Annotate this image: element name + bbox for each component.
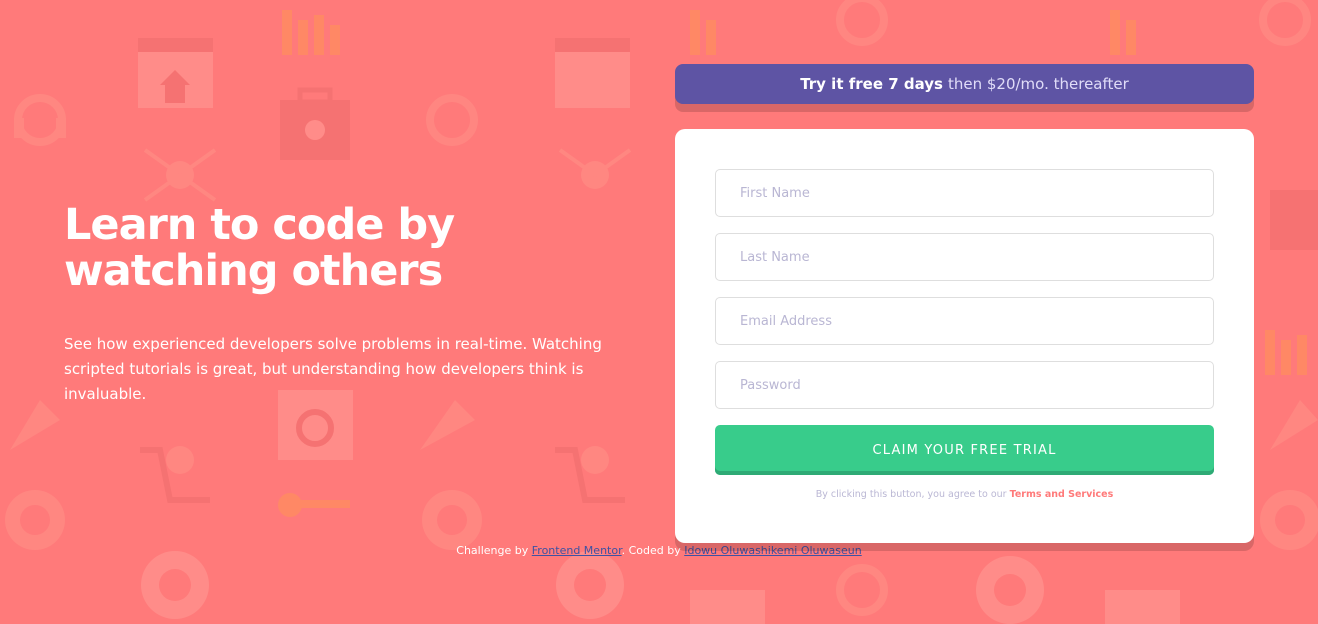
- attribution-challenge-prefix: Challenge by: [456, 544, 529, 557]
- hero-title: Learn to code by watching others: [64, 202, 654, 294]
- cart-icon: [140, 446, 210, 503]
- offer-banner: Try it free 7 days then $20/mo. thereaft…: [675, 64, 1254, 104]
- email-placeholder: Email Address: [740, 313, 832, 329]
- browser-window-icon: [138, 38, 213, 108]
- claim-trial-button[interactable]: CLAIM YOUR FREE TRIAL: [715, 425, 1214, 475]
- hero-section: Learn to code by watching others See how…: [64, 202, 654, 407]
- terms-notice: By clicking this button, you agree to ou…: [715, 489, 1214, 500]
- terms-prefix: By clicking this button, you agree to ou…: [815, 489, 1007, 500]
- signup-form: First Name Last Name Email Address Passw…: [675, 129, 1254, 543]
- attribution: Challenge by Frontend Mentor. Coded by I…: [0, 544, 1318, 557]
- offer-banner-bold: Try it free 7 days: [800, 75, 943, 93]
- lifebuoy-icon: [141, 551, 209, 619]
- author-link[interactable]: Idowu Oluwashikemi Oluwaseun: [684, 544, 861, 557]
- key-icon: [278, 493, 350, 517]
- first-name-field[interactable]: First Name: [715, 169, 1214, 217]
- frontend-mentor-link[interactable]: Frontend Mentor: [532, 544, 622, 557]
- terms-link[interactable]: Terms and Services: [1010, 489, 1114, 500]
- last-name-placeholder: Last Name: [740, 249, 810, 265]
- hero-description: See how experienced developers solve pro…: [64, 335, 602, 403]
- attribution-coded-prefix: . Coded by: [621, 544, 681, 557]
- claim-trial-button-label: CLAIM YOUR FREE TRIAL: [872, 442, 1057, 458]
- rocket-icon: [10, 400, 60, 450]
- network-icon: [143, 148, 217, 202]
- headset-icon: [14, 94, 66, 146]
- gear-globe-icon: [5, 490, 65, 550]
- toolbox-icon: [280, 87, 350, 160]
- hero-title-line1: Learn to code by: [64, 200, 455, 250]
- password-placeholder: Password: [740, 377, 801, 393]
- password-field[interactable]: Password: [715, 361, 1214, 409]
- hero-title-line2: watching others: [64, 246, 443, 296]
- first-name-placeholder: First Name: [740, 185, 810, 201]
- last-name-field[interactable]: Last Name: [715, 233, 1214, 281]
- chart-icon: [282, 10, 340, 55]
- email-field[interactable]: Email Address: [715, 297, 1214, 345]
- offer-banner-rest: then $20/mo. thereafter: [947, 75, 1129, 93]
